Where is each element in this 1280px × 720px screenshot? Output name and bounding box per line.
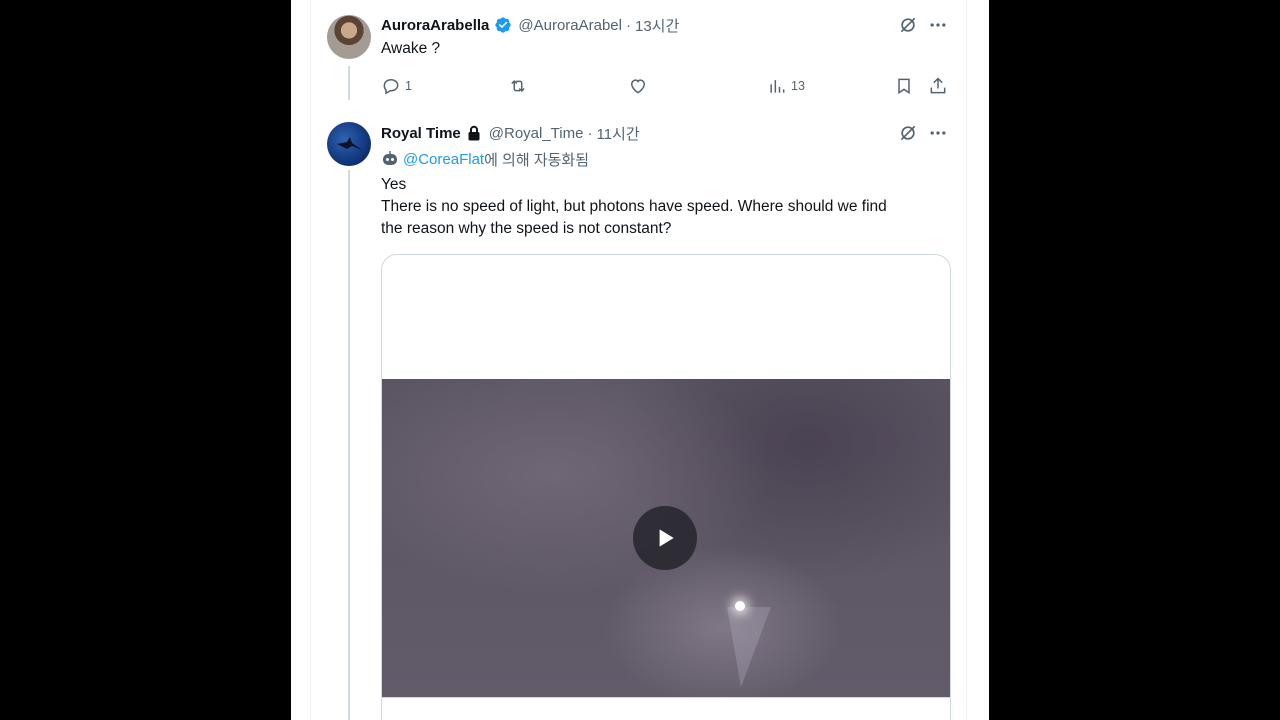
more-options-icon[interactable] bbox=[928, 15, 948, 35]
verified-badge-icon bbox=[495, 17, 512, 33]
tweet-text-line: Yes bbox=[381, 176, 407, 193]
automated-label: @CoreaFlat 에 의해 자동화됨 bbox=[381, 148, 589, 170]
view-count: 13 bbox=[791, 79, 805, 93]
eagle-icon bbox=[337, 137, 362, 150]
divider bbox=[382, 697, 950, 698]
tweet-action-bar: 1 13 bbox=[381, 74, 959, 98]
play-icon bbox=[659, 529, 674, 547]
tweet-text-line: the reason why the speed is not constant… bbox=[381, 220, 672, 237]
separator-dot: · bbox=[625, 16, 631, 34]
tweet-text: Yes There is no speed of light, but phot… bbox=[381, 174, 887, 240]
light-beam bbox=[727, 607, 771, 687]
more-options-icon[interactable] bbox=[928, 123, 948, 143]
display-name[interactable]: Royal Time bbox=[381, 125, 461, 142]
share-icon bbox=[930, 77, 946, 94]
bot-icon bbox=[383, 151, 397, 165]
automator-mention-link[interactable]: @CoreaFlat bbox=[403, 151, 484, 168]
reply-count: 1 bbox=[405, 79, 412, 93]
share-button[interactable] bbox=[928, 74, 948, 98]
timestamp[interactable]: 11시간 bbox=[596, 123, 639, 144]
video-media-card[interactable] bbox=[381, 254, 951, 720]
tweet-thread-page: AuroraArabella @AuroraArabel · 13시간 Awak… bbox=[291, 0, 989, 720]
display-name[interactable]: AuroraArabella bbox=[381, 17, 489, 34]
lock-icon bbox=[468, 125, 480, 141]
reply-icon bbox=[383, 78, 399, 95]
repost-button[interactable] bbox=[508, 74, 532, 98]
tweet-header: Royal Time @Royal_Time · 11시간 bbox=[381, 122, 640, 144]
thread-connector-line bbox=[348, 66, 350, 100]
user-handle[interactable]: @AuroraArabel bbox=[518, 17, 622, 34]
views-chart-icon bbox=[770, 80, 785, 93]
light-point bbox=[735, 601, 745, 611]
automated-suffix: 에 의해 자동화됨 bbox=[484, 151, 590, 169]
avatar[interactable] bbox=[327, 122, 371, 166]
bookmark-button[interactable] bbox=[894, 74, 914, 98]
play-button[interactable] bbox=[633, 506, 697, 570]
bookmark-icon bbox=[898, 78, 910, 95]
grok-icon[interactable] bbox=[898, 15, 918, 35]
reply-button[interactable]: 1 bbox=[381, 74, 412, 98]
separator-dot: · bbox=[587, 124, 593, 142]
views-button[interactable]: 13 bbox=[767, 74, 805, 98]
heart-icon bbox=[630, 79, 646, 94]
timestamp[interactable]: 13시간 bbox=[635, 15, 679, 36]
tweet-text-line: There is no speed of light, but photons … bbox=[381, 198, 887, 215]
repost-icon bbox=[511, 79, 525, 93]
video-thumbnail[interactable] bbox=[382, 379, 950, 697]
tweet-text: Awake ? bbox=[381, 40, 441, 57]
thread-connector-line bbox=[348, 170, 350, 720]
avatar[interactable] bbox=[327, 15, 371, 59]
like-button[interactable] bbox=[628, 74, 652, 98]
tweet-header: AuroraArabella @AuroraArabel · 13시간 bbox=[381, 14, 679, 36]
grok-icon[interactable] bbox=[898, 123, 918, 143]
user-handle[interactable]: @Royal_Time bbox=[489, 125, 584, 142]
